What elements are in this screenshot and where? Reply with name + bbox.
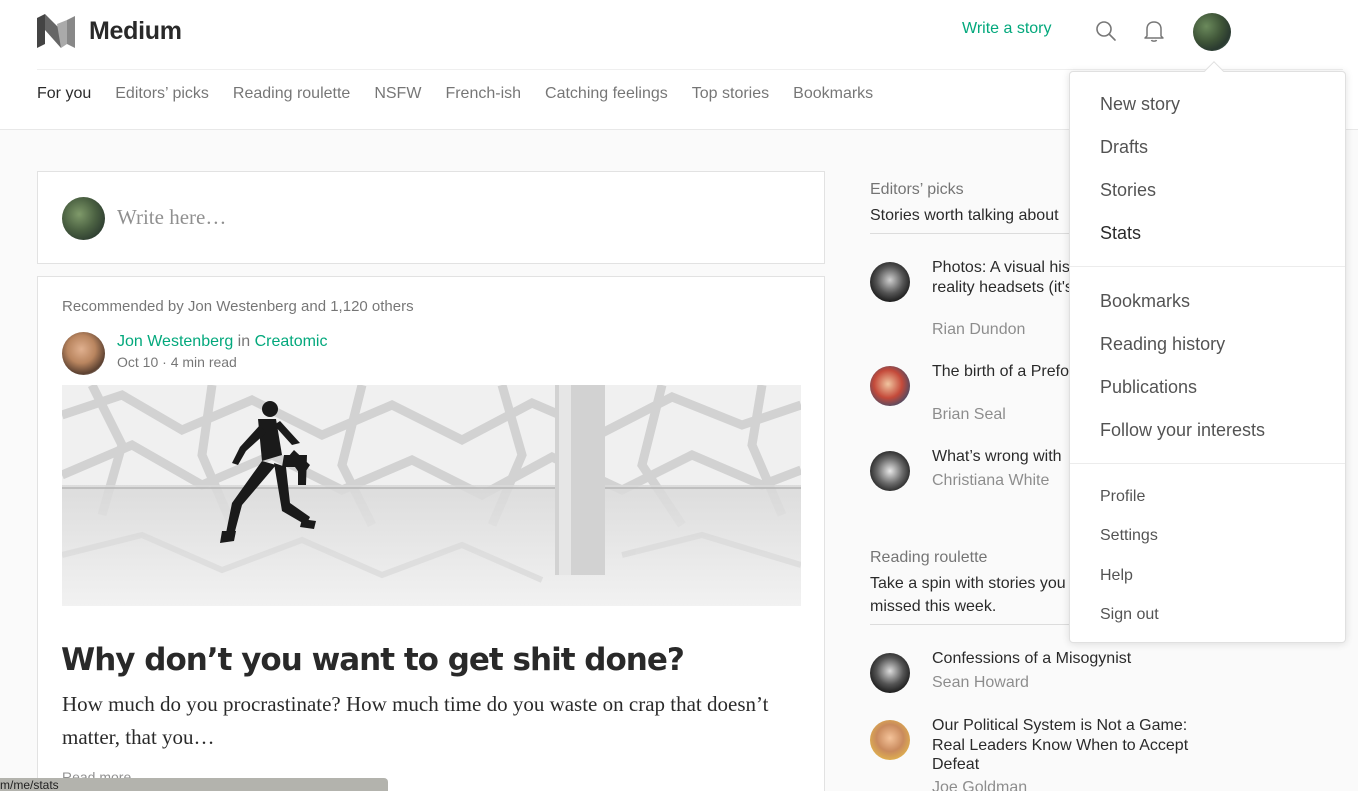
post-title[interactable]: Why don’t you want to get shit done? (61, 642, 685, 678)
nav-item-french-ish[interactable]: French-ish (445, 85, 521, 103)
story-author[interactable]: Christiana White (932, 472, 1049, 490)
story-author[interactable]: Rian Dundon (932, 321, 1025, 339)
post-card: Recommended by Jon Westenberg and 1,120 … (37, 276, 825, 791)
reading-roulette-divider (870, 624, 1100, 625)
menu-item-follow-interests[interactable]: Follow your interests (1100, 420, 1265, 441)
meta-dot: · (162, 354, 171, 370)
author-avatar[interactable] (870, 653, 910, 693)
read-time: 4 min read (170, 354, 237, 370)
story-composer[interactable]: Write here… (37, 171, 825, 264)
menu-item-stats[interactable]: Stats (1100, 223, 1141, 244)
write-here-input[interactable]: Write here… (117, 205, 226, 230)
menu-divider (1070, 266, 1345, 267)
story-title[interactable]: Our Political System is Not a Game: Real… (932, 716, 1192, 775)
browser-status-url: m/me/stats (0, 778, 388, 791)
menu-item-sign-out[interactable]: Sign out (1100, 606, 1159, 624)
menu-item-settings[interactable]: Settings (1100, 527, 1158, 545)
author-line: Jon Westenberg in Creatomic (117, 333, 327, 351)
menu-item-new-story[interactable]: New story (1100, 94, 1180, 115)
medium-logo[interactable]: Medium (37, 14, 182, 48)
brand-name: Medium (89, 16, 182, 45)
author-avatar[interactable] (870, 451, 910, 491)
nav-item-catching-feelings[interactable]: Catching feelings (545, 85, 668, 103)
nav-item-for-you[interactable]: For you (37, 85, 91, 103)
menu-item-publications[interactable]: Publications (1100, 377, 1197, 398)
recommended-by: Recommended by Jon Westenberg and 1,120 … (62, 298, 414, 315)
header-divider (37, 69, 1343, 70)
nav-item-reading-roulette[interactable]: Reading roulette (233, 85, 350, 103)
post-meta: Oct 10 · 4 min read (117, 354, 237, 370)
write-story-link[interactable]: Write a story (962, 20, 1052, 38)
post-date: Oct 10 (117, 354, 159, 370)
reading-roulette-subtitle: Take a spin with stories you missed this… (870, 575, 1066, 615)
story-author[interactable]: Brian Seal (932, 406, 1006, 424)
hero-image[interactable] (62, 385, 801, 606)
author-avatar[interactable] (870, 366, 910, 406)
nav-item-bookmarks[interactable]: Bookmarks (793, 85, 873, 103)
in-word: in (237, 333, 251, 350)
author-avatar[interactable] (870, 720, 910, 760)
author-avatar[interactable] (62, 332, 105, 375)
story-title[interactable]: Confessions of a Misogynist (932, 649, 1192, 669)
composer-avatar (62, 197, 105, 240)
medium-logo-icon (37, 14, 75, 48)
author-link[interactable]: Jon Westenberg (117, 333, 233, 350)
editors-picks-heading[interactable]: Editors’ picks (870, 181, 964, 199)
nav-item-nsfw[interactable]: NSFW (374, 85, 421, 103)
editors-picks-divider (870, 233, 1100, 234)
nav-item-top-stories[interactable]: Top stories (692, 85, 769, 103)
menu-item-reading-history[interactable]: Reading history (1100, 334, 1225, 355)
menu-divider (1070, 463, 1345, 464)
menu-item-bookmarks[interactable]: Bookmarks (1100, 291, 1190, 312)
user-dropdown-menu: New story Drafts Stories Stats Bookmarks… (1069, 61, 1346, 643)
search-icon[interactable] (1094, 18, 1118, 44)
user-avatar-menu[interactable] (1193, 13, 1231, 51)
reading-roulette-heading[interactable]: Reading roulette (870, 549, 987, 567)
publication-link[interactable]: Creatomic (255, 333, 328, 350)
author-avatar[interactable] (870, 262, 910, 302)
story-author[interactable]: Joe Goldman (932, 779, 1027, 791)
bell-icon[interactable] (1142, 18, 1166, 44)
topic-nav: For you Editors’ picks Reading roulette … (37, 85, 873, 103)
post-excerpt[interactable]: How much do you procrastinate? How much … (62, 688, 802, 754)
nav-item-editors-picks[interactable]: Editors’ picks (115, 85, 209, 103)
menu-item-drafts[interactable]: Drafts (1100, 137, 1148, 158)
menu-item-stories[interactable]: Stories (1100, 180, 1156, 201)
story-author[interactable]: Sean Howard (932, 674, 1029, 692)
menu-item-help[interactable]: Help (1100, 567, 1133, 585)
menu-item-profile[interactable]: Profile (1100, 488, 1145, 506)
